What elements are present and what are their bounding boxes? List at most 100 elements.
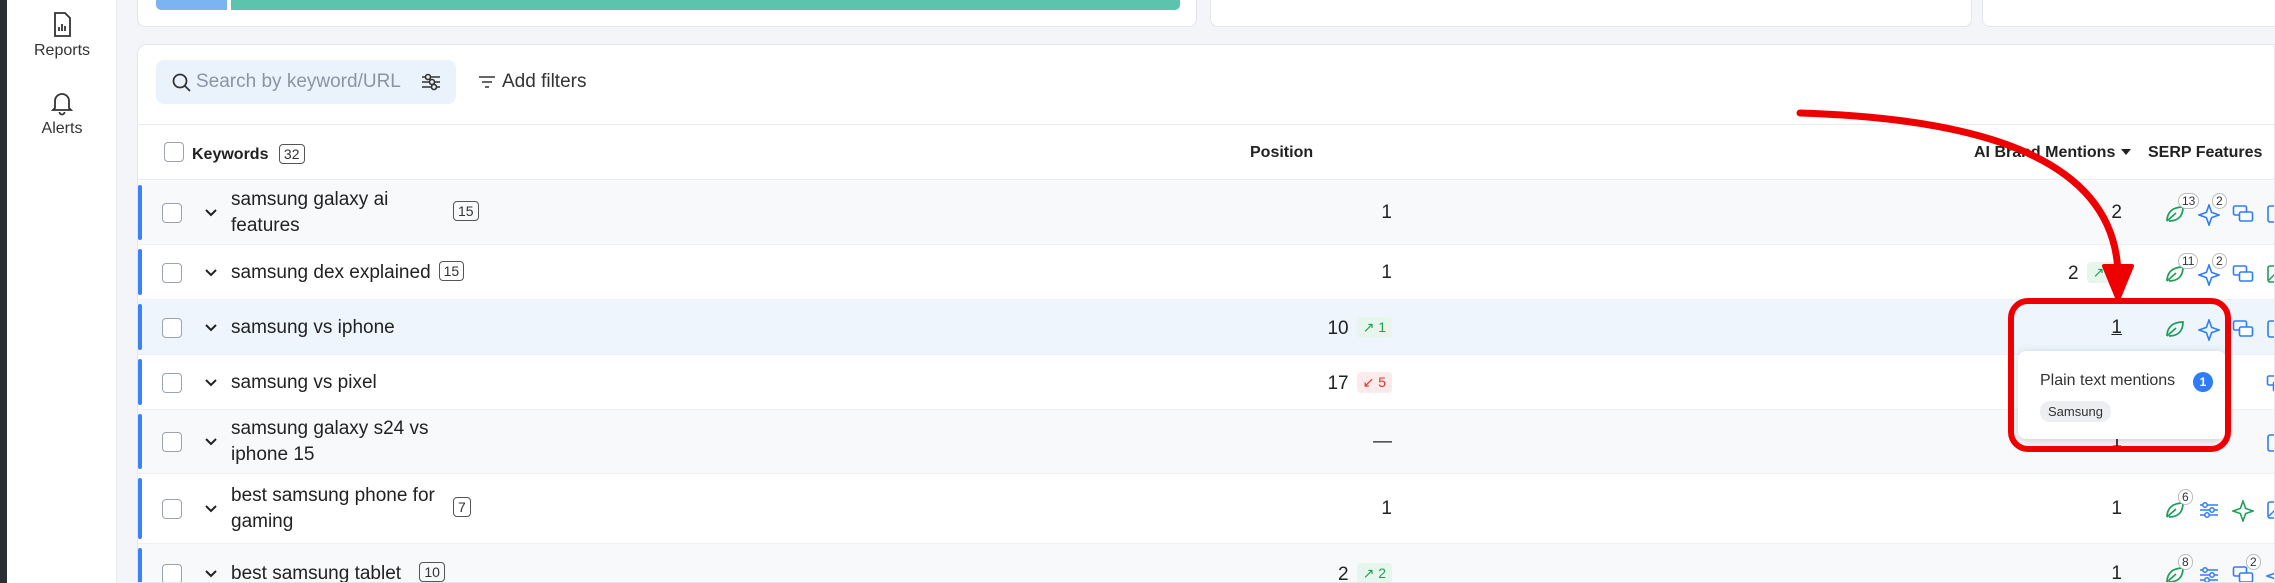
sidebar-item-label: Alerts	[41, 120, 83, 137]
sidebar: Reports Alerts	[7, 0, 117, 583]
row-checkbox[interactable]	[162, 432, 182, 452]
keyword-text[interactable]: samsung vs pixel	[231, 370, 377, 396]
position-value: 10 ↗ 1	[1327, 316, 1392, 340]
table-row[interactable]: best samsung phone for gaming 7 1 1 6	[138, 474, 2274, 544]
row-checkbox[interactable]	[162, 564, 182, 582]
keyword-text[interactable]: samsung galaxy s24 vs iphone 15	[231, 416, 429, 468]
row-checkbox[interactable]	[162, 262, 182, 283]
row-checkbox[interactable]	[162, 499, 182, 519]
table-row[interactable]: samsung vs iphone 10 ↗ 11	[138, 300, 2274, 355]
row-marker	[138, 185, 142, 240]
row-marker	[138, 359, 142, 405]
feature-count: 2	[2246, 554, 2261, 570]
serp-features: 6	[2150, 489, 2274, 527]
chevron-down-icon[interactable]	[204, 207, 218, 219]
filter-icon	[479, 76, 495, 88]
serp-features: 13 2	[2150, 193, 2274, 229]
table-row[interactable]: samsung vs pixel 17 ↙ 5	[138, 355, 2274, 410]
filters-icon[interactable]	[2198, 565, 2220, 582]
position-value: 1	[1381, 202, 1392, 223]
summary-card	[137, 0, 1197, 27]
discussions-icon[interactable]	[2232, 264, 2254, 289]
reports-icon	[54, 12, 71, 37]
keywords-table-panel: Add filters Keywords 32 Position AI Bran…	[137, 44, 2275, 583]
sidebar-item-reports[interactable]: Reports	[7, 12, 117, 60]
position-change-badge: ↙ 5	[1356, 371, 1392, 393]
column-keywords[interactable]: Keywords 32	[192, 144, 305, 164]
keyword-text[interactable]: samsung dex explained	[231, 260, 431, 286]
chevron-down-icon[interactable]	[204, 267, 218, 279]
chevron-down-icon[interactable]	[204, 377, 218, 389]
chevron-down-icon[interactable]	[204, 503, 218, 515]
video-icon[interactable]	[2266, 319, 2274, 344]
keyword-text[interactable]: best samsung tablet	[231, 561, 401, 582]
app-edge-bar	[0, 0, 7, 583]
search-box[interactable]	[156, 60, 456, 104]
keyword-count-badge: 15	[453, 201, 479, 221]
filter-settings-icon[interactable]	[420, 72, 442, 92]
ai-mentions-value[interactable]: 1	[2111, 498, 2122, 520]
row-checkbox[interactable]	[162, 317, 182, 338]
row-checkbox[interactable]	[162, 203, 182, 223]
chevron-down-icon[interactable]	[204, 568, 218, 580]
keyword-count-badge: 15	[438, 260, 465, 281]
feature-count: 13	[2178, 193, 2200, 209]
bell-icon	[50, 93, 74, 116]
keyword-count-badge: 10	[419, 562, 445, 582]
images-icon[interactable]	[2266, 500, 2274, 525]
ai-change-badge: ↗ 1	[2086, 261, 2122, 283]
summary-card	[1210, 0, 1972, 27]
table-row[interactable]: samsung galaxy ai features 15 1 2 13 2	[138, 181, 2274, 245]
column-position[interactable]: Position	[1250, 144, 1313, 162]
row-marker	[138, 249, 142, 295]
position-value: 17 ↙ 5	[1327, 371, 1392, 395]
feature-count: 6	[2178, 489, 2193, 505]
table-row[interactable]: best samsung tablet 10 2 ↗ 2182	[138, 544, 2274, 582]
table-row[interactable]: samsung dex explained 15 1 2 ↗ 1 11 2	[138, 245, 2274, 300]
sidebar-item-alerts[interactable]: Alerts	[7, 90, 117, 138]
keyword-text[interactable]: samsung galaxy ai features	[231, 187, 388, 239]
ai-mentions-value[interactable]: 1	[2111, 563, 2122, 582]
keyword-count-badge: 7	[453, 497, 471, 517]
chevron-down-icon[interactable]	[204, 322, 218, 334]
ai-overview-icon[interactable]	[2264, 565, 2274, 582]
keyword-text[interactable]: samsung vs iphone	[231, 315, 395, 341]
progress-segment-green	[231, 0, 1180, 10]
row-marker	[138, 478, 142, 539]
chevron-down-icon[interactable]	[204, 436, 218, 448]
position-change-badge: ↗ 1	[1356, 316, 1392, 338]
serp-features: 11 2	[2150, 252, 2274, 289]
column-serp-features[interactable]: SERP Features	[2148, 144, 2262, 162]
feature-count: 2	[2212, 252, 2227, 269]
select-all-checkbox[interactable]	[164, 142, 184, 162]
discussions-icon[interactable]	[2266, 374, 2274, 399]
video-icon[interactable]	[2266, 204, 2274, 229]
position-value: —	[1373, 431, 1392, 452]
ai-overview-icon[interactable]	[2230, 498, 2256, 527]
feature-count: 11	[2178, 252, 2199, 269]
ai-mentions-value[interactable]: 2 ↗ 1	[2068, 261, 2122, 285]
search-input[interactable]	[196, 71, 406, 93]
filters-icon[interactable]	[2198, 500, 2220, 525]
images-icon[interactable]	[2266, 264, 2274, 289]
add-filters-button[interactable]: Add filters	[478, 71, 586, 93]
column-ai-brand-mentions[interactable]: AI Brand Mentions	[1974, 144, 2132, 162]
video-icon[interactable]	[2266, 433, 2274, 458]
keyword-text[interactable]: best samsung phone for gaming	[231, 483, 435, 535]
ai-mentions-value[interactable]: 2	[2111, 202, 2122, 224]
serp-features: 82	[2150, 554, 2274, 582]
position-value: 1	[1381, 261, 1392, 283]
discussions-icon[interactable]	[2232, 204, 2254, 229]
row-marker	[138, 548, 142, 582]
position-value: 2 ↗ 2	[1338, 563, 1392, 582]
feature-count: 8	[2178, 554, 2193, 570]
row-checkbox[interactable]	[162, 372, 182, 393]
search-icon	[172, 73, 191, 92]
sidebar-item-label: Reports	[33, 42, 91, 59]
progress-bar	[156, 0, 1180, 10]
position-value: 1	[1381, 498, 1392, 519]
discussions-icon[interactable]	[2232, 319, 2254, 344]
summary-card	[1982, 0, 2275, 27]
table-row[interactable]: samsung galaxy s24 vs iphone 15—1	[138, 410, 2274, 474]
table-header: Keywords 32 Position AI Brand Mentions S…	[138, 124, 2274, 180]
